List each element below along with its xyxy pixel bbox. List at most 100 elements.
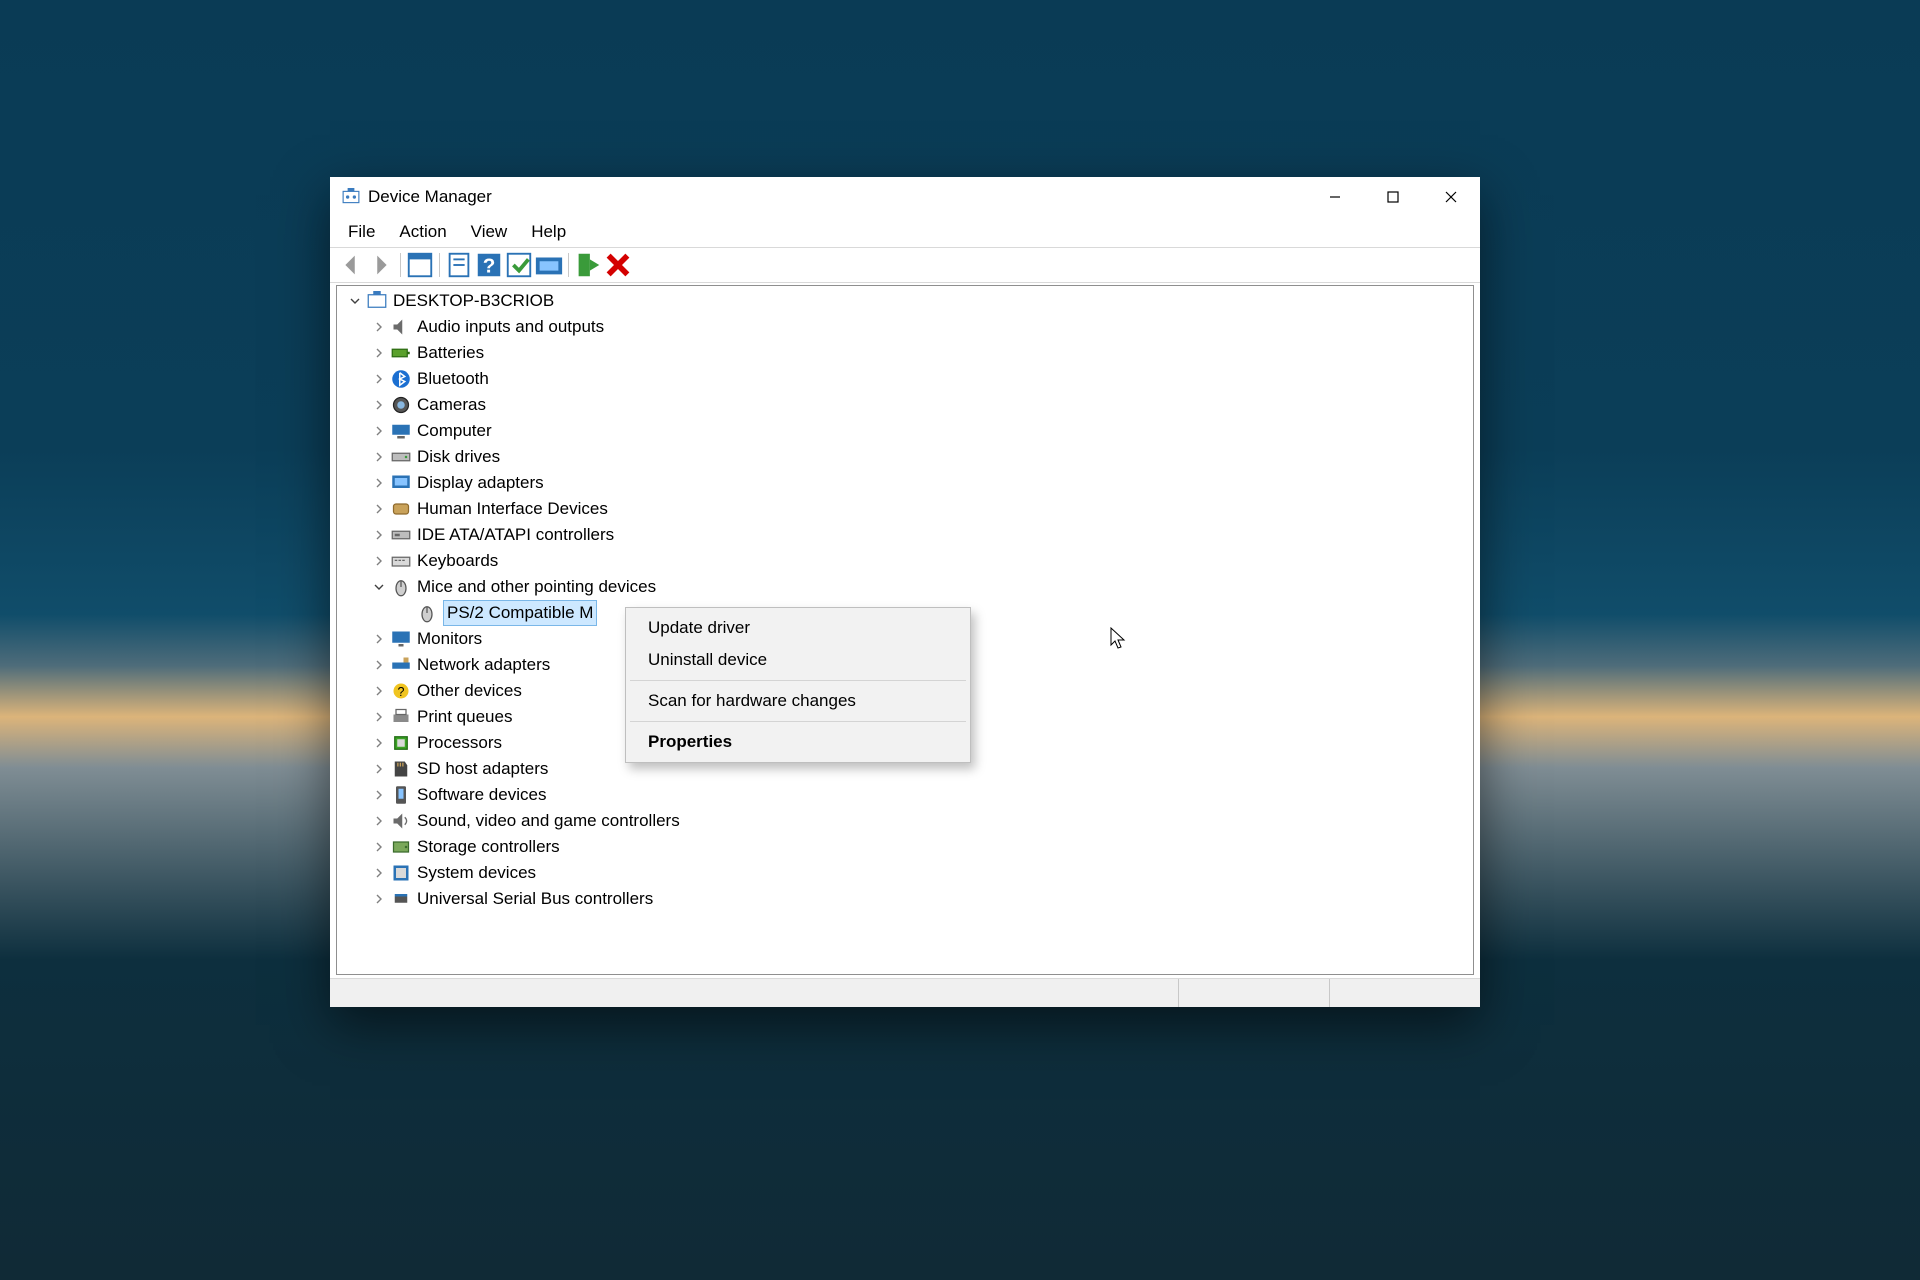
chevron-right-icon[interactable] bbox=[371, 423, 387, 439]
menu-help[interactable]: Help bbox=[519, 219, 578, 245]
tree-category[interactable]: Disk drives bbox=[341, 444, 1469, 470]
tree-root-label: DESKTOP-B3CRIOB bbox=[393, 288, 554, 314]
tree-category-label: Cameras bbox=[417, 392, 486, 418]
desktop-wallpaper: Device Manager File Action View Help ? bbox=[0, 0, 1920, 1280]
tree-category-label: Storage controllers bbox=[417, 834, 560, 860]
tree-category[interactable]: Audio inputs and outputs bbox=[341, 314, 1469, 340]
toolbar-forward-button[interactable] bbox=[366, 251, 396, 279]
chevron-right-icon[interactable] bbox=[371, 761, 387, 777]
tree-category[interactable]: Bluetooth bbox=[341, 366, 1469, 392]
context-menu-item[interactable]: Uninstall device bbox=[628, 644, 968, 676]
tree-category[interactable]: Mice and other pointing devices bbox=[341, 574, 1469, 600]
tree-category-label: Monitors bbox=[417, 626, 482, 652]
tree-category[interactable]: Display adapters bbox=[341, 470, 1469, 496]
category-icon bbox=[391, 447, 411, 467]
chevron-right-icon[interactable] bbox=[371, 553, 387, 569]
chevron-right-icon[interactable] bbox=[371, 345, 387, 361]
tree-category-label: Processors bbox=[417, 730, 502, 756]
window-title: Device Manager bbox=[368, 187, 492, 207]
tree-category[interactable]: Software devices bbox=[341, 782, 1469, 808]
category-icon bbox=[391, 421, 411, 441]
toolbar-properties-button[interactable] bbox=[444, 251, 474, 279]
chevron-right-icon[interactable] bbox=[371, 865, 387, 881]
chevron-right-icon[interactable] bbox=[371, 813, 387, 829]
category-icon bbox=[391, 707, 411, 727]
maximize-button[interactable] bbox=[1364, 177, 1422, 217]
tree-category-label: Universal Serial Bus controllers bbox=[417, 886, 653, 912]
menu-action[interactable]: Action bbox=[387, 219, 458, 245]
tree-category-label: Network adapters bbox=[417, 652, 550, 678]
menu-separator bbox=[630, 721, 966, 722]
titlebar[interactable]: Device Manager bbox=[330, 177, 1480, 217]
menu-file[interactable]: File bbox=[336, 219, 387, 245]
minimize-button[interactable] bbox=[1306, 177, 1364, 217]
tree-category[interactable]: Computer bbox=[341, 418, 1469, 444]
menubar: File Action View Help bbox=[330, 217, 1480, 248]
tree-category-label: Mice and other pointing devices bbox=[417, 574, 656, 600]
tree-category-label: Print queues bbox=[417, 704, 512, 730]
category-icon: ? bbox=[391, 681, 411, 701]
toolbar-scan-button[interactable] bbox=[534, 251, 564, 279]
toolbar-enable-button[interactable] bbox=[573, 251, 603, 279]
chevron-right-icon[interactable] bbox=[371, 319, 387, 335]
chevron-right-icon[interactable] bbox=[371, 787, 387, 803]
tree-category[interactable]: Sound, video and game controllers bbox=[341, 808, 1469, 834]
tree-category[interactable]: Universal Serial Bus controllers bbox=[341, 886, 1469, 912]
category-icon bbox=[391, 785, 411, 805]
chevron-right-icon[interactable] bbox=[371, 449, 387, 465]
chevron-right-icon[interactable] bbox=[371, 397, 387, 413]
device-manager-window: Device Manager File Action View Help ? bbox=[330, 177, 1480, 1007]
category-icon bbox=[391, 655, 411, 675]
context-menu-item[interactable]: Scan for hardware changes bbox=[628, 685, 968, 717]
tree-category[interactable]: Keyboards bbox=[341, 548, 1469, 574]
menu-view[interactable]: View bbox=[459, 219, 520, 245]
statusbar-cell bbox=[1178, 979, 1329, 1007]
chevron-right-icon[interactable] bbox=[371, 839, 387, 855]
category-icon bbox=[391, 551, 411, 571]
tree-category-label: SD host adapters bbox=[417, 756, 548, 782]
context-menu-item[interactable]: Update driver bbox=[628, 612, 968, 644]
chevron-right-icon[interactable] bbox=[371, 501, 387, 517]
toolbar-back-button[interactable] bbox=[336, 251, 366, 279]
cursor-icon bbox=[1110, 627, 1128, 651]
toolbar-show-hidden-button[interactable] bbox=[405, 251, 435, 279]
chevron-right-icon[interactable] bbox=[371, 371, 387, 387]
tree-category-label: Display adapters bbox=[417, 470, 544, 496]
chevron-down-icon[interactable] bbox=[371, 579, 387, 595]
chevron-right-icon[interactable] bbox=[371, 631, 387, 647]
category-icon bbox=[391, 889, 411, 909]
category-icon bbox=[391, 759, 411, 779]
tree-category-label: Audio inputs and outputs bbox=[417, 314, 604, 340]
chevron-right-icon[interactable] bbox=[371, 657, 387, 673]
chevron-right-icon[interactable] bbox=[371, 709, 387, 725]
chevron-right-icon[interactable] bbox=[371, 891, 387, 907]
svg-text:?: ? bbox=[483, 255, 496, 278]
app-icon bbox=[342, 188, 360, 206]
category-icon bbox=[391, 577, 411, 597]
context-menu-item[interactable]: Properties bbox=[628, 726, 968, 758]
tree-category-label: Human Interface Devices bbox=[417, 496, 608, 522]
tree-category[interactable]: Cameras bbox=[341, 392, 1469, 418]
tree-category-label: Computer bbox=[417, 418, 492, 444]
category-icon bbox=[391, 473, 411, 493]
toolbar-update-button[interactable] bbox=[504, 251, 534, 279]
toolbar-help-button[interactable]: ? bbox=[474, 251, 504, 279]
toolbar-uninstall-button[interactable] bbox=[603, 251, 633, 279]
tree-category-label: Batteries bbox=[417, 340, 484, 366]
tree-category[interactable]: Batteries bbox=[341, 340, 1469, 366]
mouse-icon bbox=[417, 603, 437, 623]
computer-icon bbox=[367, 291, 387, 311]
statusbar-cell bbox=[1329, 979, 1480, 1007]
chevron-down-icon[interactable] bbox=[347, 293, 363, 309]
tree-category[interactable]: IDE ATA/ATAPI controllers bbox=[341, 522, 1469, 548]
chevron-right-icon[interactable] bbox=[371, 527, 387, 543]
tree-category[interactable]: Human Interface Devices bbox=[341, 496, 1469, 522]
tree-category[interactable]: Storage controllers bbox=[341, 834, 1469, 860]
chevron-right-icon[interactable] bbox=[371, 475, 387, 491]
close-button[interactable] bbox=[1422, 177, 1480, 217]
category-icon bbox=[391, 317, 411, 337]
tree-root[interactable]: DESKTOP-B3CRIOB bbox=[341, 288, 1469, 314]
chevron-right-icon[interactable] bbox=[371, 735, 387, 751]
chevron-right-icon[interactable] bbox=[371, 683, 387, 699]
tree-category[interactable]: System devices bbox=[341, 860, 1469, 886]
